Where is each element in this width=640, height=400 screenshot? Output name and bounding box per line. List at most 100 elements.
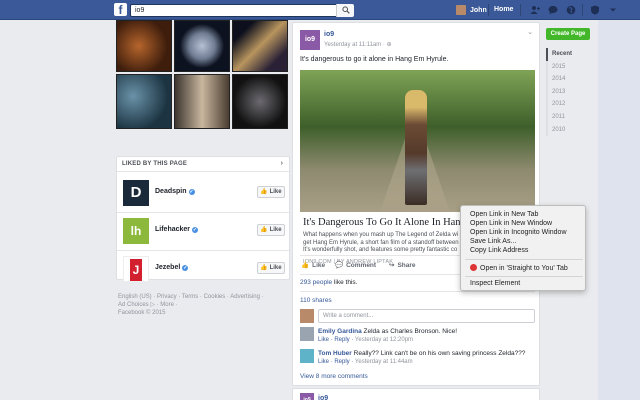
like-post-button[interactable]: 👍 Like bbox=[301, 261, 326, 270]
comment-button[interactable]: 💬 Comment bbox=[335, 261, 377, 270]
year-link-2013[interactable]: 2013 bbox=[546, 85, 590, 99]
search-button[interactable] bbox=[336, 4, 354, 17]
like-page-button[interactable]: 👍 Like bbox=[257, 262, 285, 274]
chevron-down-icon[interactable]: ⌄ bbox=[527, 28, 533, 36]
like-button-label: Like bbox=[269, 265, 282, 271]
comment-label: Comment bbox=[346, 261, 377, 269]
page-name-link[interactable]: Lifehacker ✓ bbox=[155, 226, 199, 233]
like-page-button[interactable]: 👍 Like bbox=[257, 224, 285, 236]
likers-link[interactable]: 293 people bbox=[300, 279, 332, 286]
commenter-name-link[interactable]: Emily Gardina bbox=[318, 328, 362, 335]
menu-item-open-new-tab[interactable]: Open Link in New Tab bbox=[470, 211, 538, 218]
footer-links[interactable]: English (US) · Privacy · Terms · Cookies… bbox=[118, 293, 288, 301]
photo-thumbnail[interactable] bbox=[174, 20, 230, 72]
like-page-button[interactable]: 👍 Like bbox=[257, 186, 285, 198]
liked-page-item: J Jezebel ✓ 👍 Like bbox=[121, 254, 287, 282]
messages-icon[interactable] bbox=[548, 5, 558, 15]
comment-like-reply-links[interactable]: Like · Reply · bbox=[318, 337, 355, 343]
comment-like-reply-links[interactable]: Like · Reply · bbox=[318, 359, 355, 365]
year-link-2015[interactable]: 2015 bbox=[546, 60, 590, 74]
jezebel-logo-letter: J bbox=[130, 259, 142, 281]
divider bbox=[117, 212, 291, 213]
facebook-logo-icon[interactable]: f bbox=[114, 3, 127, 17]
avatar[interactable] bbox=[300, 349, 314, 363]
likes-text: like this. bbox=[332, 279, 358, 286]
liked-page-item: lh Lifehacker ✓ 👍 Like bbox=[121, 216, 287, 246]
menu-item-open-new-window[interactable]: Open Link in New Window bbox=[470, 220, 552, 227]
photo-grid bbox=[116, 20, 290, 148]
view-more-comments-link[interactable]: View 8 more comments bbox=[300, 373, 368, 380]
comment-text: Zelda as Charles Bronson. Nice! bbox=[361, 328, 458, 335]
privacy-shortcuts-icon[interactable] bbox=[590, 5, 600, 15]
year-link-2012[interactable]: 2012 bbox=[546, 98, 590, 111]
divider bbox=[117, 250, 291, 251]
feed-post: io9 io9 bbox=[292, 388, 540, 400]
link-preview-image[interactable] bbox=[300, 70, 535, 212]
avatar bbox=[300, 309, 314, 323]
like-label: Like bbox=[312, 261, 326, 269]
photo-thumbnail[interactable] bbox=[174, 74, 230, 129]
post-author-link[interactable]: io9 bbox=[318, 395, 328, 400]
page-avatar[interactable]: io9 bbox=[300, 393, 314, 400]
menu-item-save-link[interactable]: Save Link As... bbox=[470, 238, 516, 245]
create-page-button[interactable]: Create Page bbox=[546, 28, 590, 40]
friend-requests-icon[interactable] bbox=[530, 5, 540, 15]
photo-thumbnail[interactable] bbox=[116, 20, 172, 72]
thumbs-up-icon: 👍 bbox=[301, 262, 310, 269]
profile-name: John bbox=[470, 6, 487, 14]
lifehacker-logo-icon[interactable]: lh bbox=[123, 218, 149, 244]
chevron-right-icon[interactable]: › bbox=[281, 160, 283, 167]
post-author-link[interactable]: io9 bbox=[324, 31, 334, 38]
page-name: Jezebel bbox=[155, 264, 181, 271]
comment-timestamp[interactable]: Yesterday at 12:20pm bbox=[355, 337, 413, 343]
deadspin-logo-icon[interactable]: D bbox=[123, 180, 149, 206]
year-link-2014[interactable]: 2014 bbox=[546, 73, 590, 86]
comment-composer: Write a comment... bbox=[300, 308, 535, 324]
page-name-link[interactable]: Deadspin ✓ bbox=[155, 188, 195, 195]
page-name-link[interactable]: Jezebel ✓ bbox=[155, 264, 189, 271]
year-link-2011[interactable]: 2011 bbox=[546, 110, 590, 124]
search-input[interactable]: io9 bbox=[130, 4, 354, 17]
photo-thumbnail[interactable] bbox=[232, 20, 288, 72]
globe-notifications-icon[interactable] bbox=[566, 5, 576, 15]
like-button-label: Like bbox=[269, 189, 282, 195]
search-icon bbox=[342, 6, 350, 14]
year-navigation: Recent 2015 2014 2013 2012 2011 2010 bbox=[546, 48, 590, 137]
footer-links[interactable]: Ad Choices ▷ · More · bbox=[118, 301, 288, 309]
share-icon: ↪ bbox=[389, 262, 395, 269]
menu-item-copy-link[interactable]: Copy Link Address bbox=[470, 247, 528, 254]
post-timestamp[interactable]: Yesterday at 11:11am · ⊕ bbox=[324, 41, 392, 48]
photo-thumbnail[interactable] bbox=[116, 74, 172, 129]
page-avatar[interactable]: io9 bbox=[300, 30, 320, 50]
liked-by-this-page-panel: LIKED BY THIS PAGE › D Deadspin ✓ 👍 Like … bbox=[116, 156, 291, 282]
shares-link[interactable]: 110 shares bbox=[300, 297, 332, 304]
jezebel-logo-icon[interactable]: J bbox=[123, 256, 149, 282]
share-button[interactable]: ↪ Share bbox=[389, 261, 416, 270]
commenter-name-link[interactable]: Tom Huber bbox=[318, 350, 352, 357]
comment-timestamp[interactable]: Yesterday at 11:44am bbox=[355, 359, 413, 365]
page-name: Lifehacker bbox=[155, 226, 191, 233]
year-link-recent[interactable]: Recent bbox=[546, 48, 590, 61]
comment-actions: Like · Reply · Yesterday at 12:20pm bbox=[318, 337, 413, 343]
comment-item: Emily Gardina Zelda as Charles Bronson. … bbox=[300, 327, 535, 349]
settings-dropdown-icon[interactable] bbox=[608, 5, 618, 15]
avatar[interactable] bbox=[300, 327, 314, 341]
year-link-2010[interactable]: 2010 bbox=[546, 123, 590, 137]
menu-item-open-straight-to-you[interactable]: Open in 'Straight to You' Tab bbox=[470, 264, 568, 272]
photo-thumbnail[interactable] bbox=[232, 74, 288, 129]
home-link[interactable]: Home bbox=[494, 6, 513, 13]
profile-link[interactable]: John bbox=[456, 5, 487, 15]
copyright: Facebook © 2015 bbox=[118, 310, 166, 316]
divider bbox=[520, 4, 521, 16]
menu-item-open-incognito[interactable]: Open Link in Incognito Window bbox=[470, 229, 567, 236]
verified-badge-icon: ✓ bbox=[192, 226, 199, 233]
menu-item-inspect-element[interactable]: Inspect Element bbox=[470, 280, 520, 287]
feed-post: io9 io9 Yesterday at 11:11am · ⊕ ⌄ It's … bbox=[292, 22, 540, 386]
like-button-label: Like bbox=[269, 227, 282, 233]
divider bbox=[300, 291, 535, 292]
comment-actions: Like · Reply · Yesterday at 11:44am bbox=[318, 359, 413, 365]
page-footer: English (US) · Privacy · Terms · Cookies… bbox=[118, 293, 288, 317]
comment-input[interactable]: Write a comment... bbox=[318, 309, 535, 323]
divider bbox=[488, 4, 489, 16]
context-menu: Open Link in New Tab Open Link in New Wi… bbox=[460, 205, 586, 291]
